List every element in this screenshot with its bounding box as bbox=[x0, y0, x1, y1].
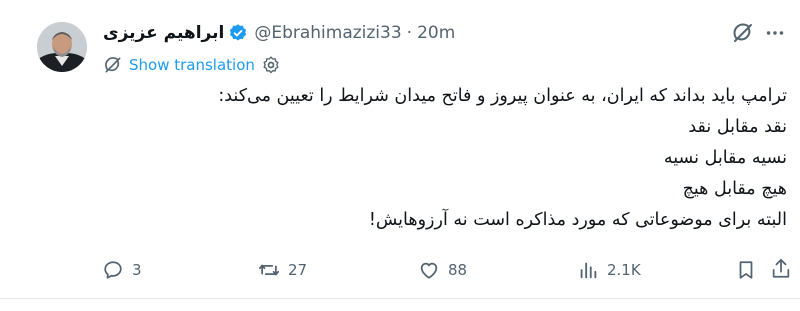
tweet-text-line: البته برای موضوعاتی که مورد مذاکره است ن… bbox=[368, 210, 787, 230]
display-name[interactable]: ابراهیم عزیزی bbox=[103, 23, 224, 43]
share-button[interactable] bbox=[770, 257, 792, 285]
views-icon bbox=[580, 262, 597, 279]
reply-count: 3 bbox=[132, 261, 142, 279]
translate-row: Show translation bbox=[103, 53, 281, 77]
translate-icon bbox=[103, 55, 123, 75]
like-button[interactable]: 88 bbox=[418, 255, 467, 285]
action-bar: 3 27 88 2.1K bbox=[0, 255, 800, 285]
repost-button[interactable]: 27 bbox=[258, 255, 307, 285]
grok-icon[interactable] bbox=[730, 20, 756, 46]
avatar[interactable] bbox=[37, 22, 87, 72]
reply-icon bbox=[104, 261, 122, 279]
more-icon[interactable] bbox=[760, 18, 790, 48]
views-count: 2.1K bbox=[607, 261, 641, 279]
verified-badge-icon bbox=[228, 23, 248, 43]
tweet-text-line: نقد مقابل نقد bbox=[688, 117, 787, 137]
like-count: 88 bbox=[448, 261, 468, 279]
tweet-text-line: نسیه مقابل نسیه bbox=[663, 148, 787, 168]
share-icon bbox=[772, 258, 790, 278]
timestamp[interactable]: 20m bbox=[417, 23, 455, 43]
handle[interactable]: @Ebrahimazizi33 bbox=[254, 23, 401, 43]
show-translation-link[interactable]: Show translation bbox=[129, 56, 255, 74]
views-button[interactable]: 2.1K bbox=[577, 255, 641, 285]
bookmark-icon bbox=[739, 261, 753, 279]
heart-icon bbox=[420, 262, 438, 279]
separator-dot: · bbox=[406, 23, 413, 43]
bookmark-button[interactable] bbox=[735, 259, 757, 285]
tweet-text-line: ترامپ باید بداند که ایران، به عنوان پیرو… bbox=[218, 86, 787, 106]
repost-count: 27 bbox=[288, 261, 308, 279]
repost-icon bbox=[258, 264, 280, 276]
tweet-text-line: هیچ مقابل هیچ bbox=[682, 179, 787, 199]
reply-button[interactable]: 3 bbox=[102, 255, 142, 285]
tweet-text: ترامپ باید بداند که ایران، به عنوان پیرو… bbox=[97, 81, 787, 236]
gear-icon[interactable] bbox=[261, 55, 281, 75]
divider bbox=[0, 298, 800, 299]
tweet-header: ابراهیم عزیزی @Ebrahimazizi33 · 20m bbox=[103, 20, 455, 46]
